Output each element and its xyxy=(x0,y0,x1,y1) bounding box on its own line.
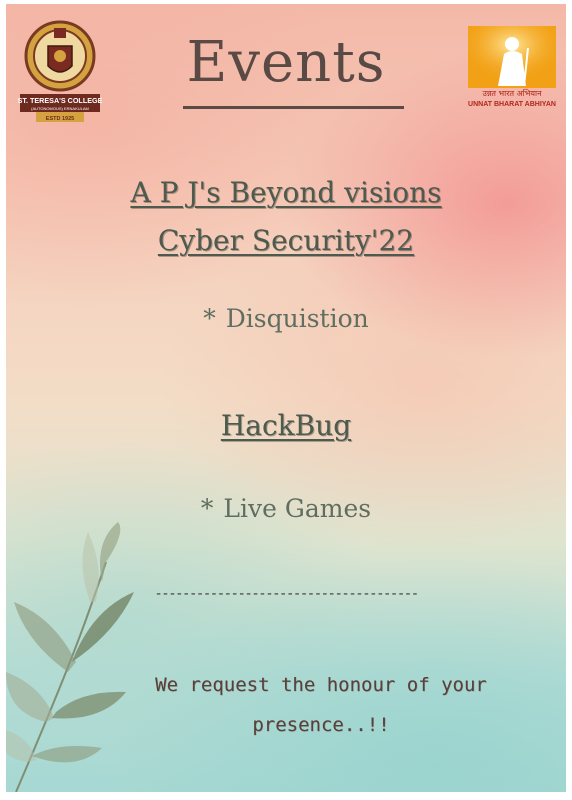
event-heading-hackbug: HackBug xyxy=(220,409,352,442)
event-heading-apj: A P J's Beyond visions xyxy=(130,176,442,209)
title-underline xyxy=(183,106,404,109)
event-item-disquistion: * Disquistion xyxy=(6,304,566,333)
svg-text:UNNAT BHARAT ABHIYAN: UNNAT BHARAT ABHIYAN xyxy=(468,101,556,108)
star-icon: * xyxy=(203,304,216,333)
page-title: Events xyxy=(186,30,386,95)
leaves-decoration-icon xyxy=(6,522,134,792)
svg-text:ST. TERESA'S COLLEGE: ST. TERESA'S COLLEGE xyxy=(18,96,102,105)
event-poster: ST. TERESA'S COLLEGE (AUTONOMOUS) ERNAKU… xyxy=(6,4,566,792)
svg-text:(AUTONOMOUS) ERNAKULAM: (AUTONOMOUS) ERNAKULAM xyxy=(31,106,89,111)
svg-text:ESTD 1925: ESTD 1925 xyxy=(46,116,74,122)
event-item-label: Live Games xyxy=(223,494,372,523)
star-icon: * xyxy=(200,494,214,523)
event-item-label: Disquistion xyxy=(225,304,369,333)
event-heading-cyber-security: Cyber Security'22 xyxy=(157,224,415,257)
event-item-live-games: * Live Games xyxy=(6,494,566,523)
